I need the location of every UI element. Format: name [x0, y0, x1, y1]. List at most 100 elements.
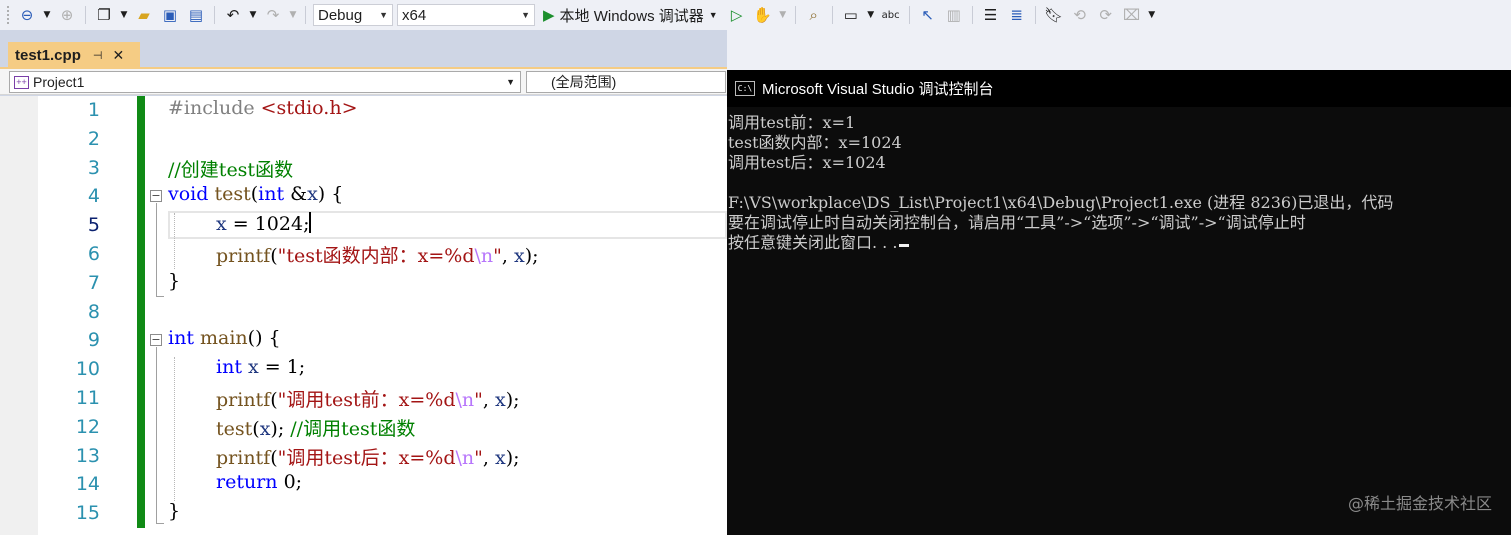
line-number: 4 [87, 185, 100, 207]
code-line[interactable]: 14 return 0; [0, 470, 727, 498]
toolbar-separator [305, 6, 306, 24]
navigation-bar: ++ Project1 ▼ (全局范围) [0, 69, 727, 95]
save-icon[interactable]: ▣ [159, 4, 181, 26]
start-debugging-button[interactable]: ▶ 本地 Windows 调试器 ▼ [539, 5, 722, 26]
code-line[interactable]: 8 [0, 298, 727, 326]
uncomment-lines-icon[interactable]: ≣ [1006, 4, 1028, 26]
cursor-select-icon[interactable]: ↖ [917, 4, 939, 26]
document-tab-test1[interactable]: test1.cpp ⊣ ✕ [8, 42, 140, 69]
open-folder-icon[interactable]: ▰ [133, 4, 155, 26]
comment: //调用test函数 [290, 418, 416, 440]
punctuation: ); [505, 447, 520, 469]
code-line[interactable]: 12 test(x); //调用test函数 [0, 413, 727, 441]
document-tab-label: test1.cpp [15, 47, 81, 64]
console-app-icon: C:\ [735, 81, 755, 96]
escape-sequence: \n [474, 245, 494, 267]
start-debugging-label: 本地 Windows 调试器 [559, 7, 704, 25]
code-text: x = 1024; [216, 212, 312, 235]
next-bookmark-icon[interactable]: ⟳ [1095, 4, 1117, 26]
local-variable: x [495, 389, 506, 411]
clear-bookmarks-icon[interactable]: ⌧ [1121, 4, 1143, 26]
string-literal: " [474, 389, 483, 411]
solution-configuration-select[interactable]: Debug ▼ [313, 4, 393, 26]
solution-platform-value: x64 [402, 6, 427, 24]
hot-reload-dropdown-icon[interactable]: ▼ [778, 4, 788, 26]
layout-icon[interactable]: ▭ [840, 4, 862, 26]
project-dropdown[interactable]: ++ Project1 ▼ [9, 71, 521, 93]
code-line[interactable]: 2 [0, 125, 727, 153]
new-project-icon[interactable]: ❐ [93, 4, 115, 26]
comment-lines-icon[interactable]: ☰ [980, 4, 1002, 26]
back-dropdown-icon[interactable]: ▼ [42, 4, 52, 26]
punctuation: , [501, 245, 514, 267]
code-line[interactable]: 11 printf("调用test前：x=%d\n", x); [0, 384, 727, 412]
code-text: void test(int &x) { [168, 183, 343, 205]
line-number: 13 [75, 445, 100, 467]
hot-reload-icon[interactable]: ✋ [752, 4, 774, 26]
chevron-down-icon: ▼ [379, 10, 388, 20]
code-text: return 0; [216, 471, 302, 493]
toolbar-separator [831, 6, 833, 24]
console-cursor [899, 244, 910, 247]
scope-dropdown[interactable]: (全局范围) [526, 71, 726, 93]
project-dropdown-value: Project1 [33, 74, 85, 90]
code-text: int x = 1; [216, 356, 305, 378]
string-literal: "调用test后：x=%d [277, 447, 456, 469]
console-line: 调用test前：x=1 [728, 113, 856, 132]
column-select-icon[interactable]: ▥ [943, 4, 965, 26]
code-line[interactable]: 4 void test(int &x) { [0, 182, 727, 210]
redo-dropdown-icon[interactable]: ▼ [288, 4, 298, 26]
code-line[interactable]: 10 int x = 1; [0, 355, 727, 383]
find-in-files-icon[interactable]: ⌕ [803, 4, 825, 26]
back-icon[interactable]: ⊖ [16, 4, 38, 26]
console-title-bar[interactable]: C:\ Microsoft Visual Studio 调试控制台 [727, 70, 1511, 107]
undo-dropdown-icon[interactable]: ▼ [248, 4, 258, 26]
console-line: 调用test后：x=1024 [728, 153, 886, 172]
console-line: 要在调试停止时自动关闭控制台，请启用“工具”->“选项”->“调试”->“调试停… [728, 213, 1306, 232]
line-number: 9 [87, 329, 100, 351]
code-line[interactable]: 6 printf("test函数内部：x=%d\n", x); [0, 240, 727, 268]
line-number: 11 [75, 387, 100, 409]
code-line[interactable]: 7 } [0, 269, 727, 297]
line-number: 2 [87, 128, 100, 150]
code-line[interactable]: 5 x = 1024; [0, 211, 727, 239]
cpp-project-icon: ++ [14, 75, 29, 89]
keyword: int [168, 327, 194, 349]
solution-configuration-value: Debug [318, 6, 363, 24]
start-without-debugging-icon[interactable]: ▷ [726, 4, 748, 26]
solution-platform-select[interactable]: x64 ▼ [397, 4, 535, 26]
statement: 0; [277, 471, 303, 493]
code-line[interactable]: 3 //创建test函数 [0, 154, 727, 182]
code-line[interactable]: 1 #include <stdio.h> [0, 96, 727, 124]
punctuation: ) { [317, 183, 344, 205]
bookmark-icon[interactable]: 🔖︎ [1043, 4, 1065, 26]
code-line[interactable]: 13 printf("调用test后：x=%d\n", x); [0, 442, 727, 470]
console-output[interactable]: 调用test前：x=1 test函数内部：x=1024 调用test后：x=10… [728, 107, 1511, 535]
close-icon[interactable]: ✕ [112, 47, 124, 64]
redo-icon[interactable]: ↷ [262, 4, 284, 26]
punctuation: ( [270, 447, 278, 469]
toolbar-overflow-icon[interactable]: ▼ [1147, 4, 1157, 26]
toolbar-grip[interactable] [6, 5, 10, 25]
forward-icon[interactable]: ⊕ [56, 4, 78, 26]
save-all-icon[interactable]: ▤ [185, 4, 207, 26]
punctuation: ( [270, 245, 278, 267]
line-number: 1 [87, 99, 100, 121]
undo-icon[interactable]: ↶ [222, 4, 244, 26]
prev-bookmark-icon[interactable]: ⟲ [1069, 4, 1091, 26]
pin-icon[interactable]: ⊣ [93, 49, 103, 62]
play-icon: ▶ [543, 7, 555, 24]
punctuation: & [284, 183, 308, 205]
main-toolbar: ⊖ ▼ ⊕ ❐ ▼ ▰ ▣ ▤ ↶ ▼ ↷ ▼ Debug ▼ x64 ▼ ▶ … [0, 0, 1511, 30]
comment: //创建test函数 [168, 159, 294, 181]
function-name: main [193, 327, 248, 349]
code-text: } [168, 500, 181, 522]
toolbar-separator [908, 6, 910, 24]
code-line[interactable]: 9 int main() { [0, 326, 727, 354]
layout-dropdown-icon[interactable]: ▼ [866, 4, 876, 26]
debug-console-window[interactable]: C:\ Microsoft Visual Studio 调试控制台 调用test… [727, 70, 1511, 535]
new-project-dropdown-icon[interactable]: ▼ [119, 4, 129, 26]
code-line[interactable]: 15 } [0, 499, 727, 527]
spell-check-icon[interactable]: abc [880, 4, 902, 26]
chevron-down-icon: ▼ [506, 77, 515, 87]
